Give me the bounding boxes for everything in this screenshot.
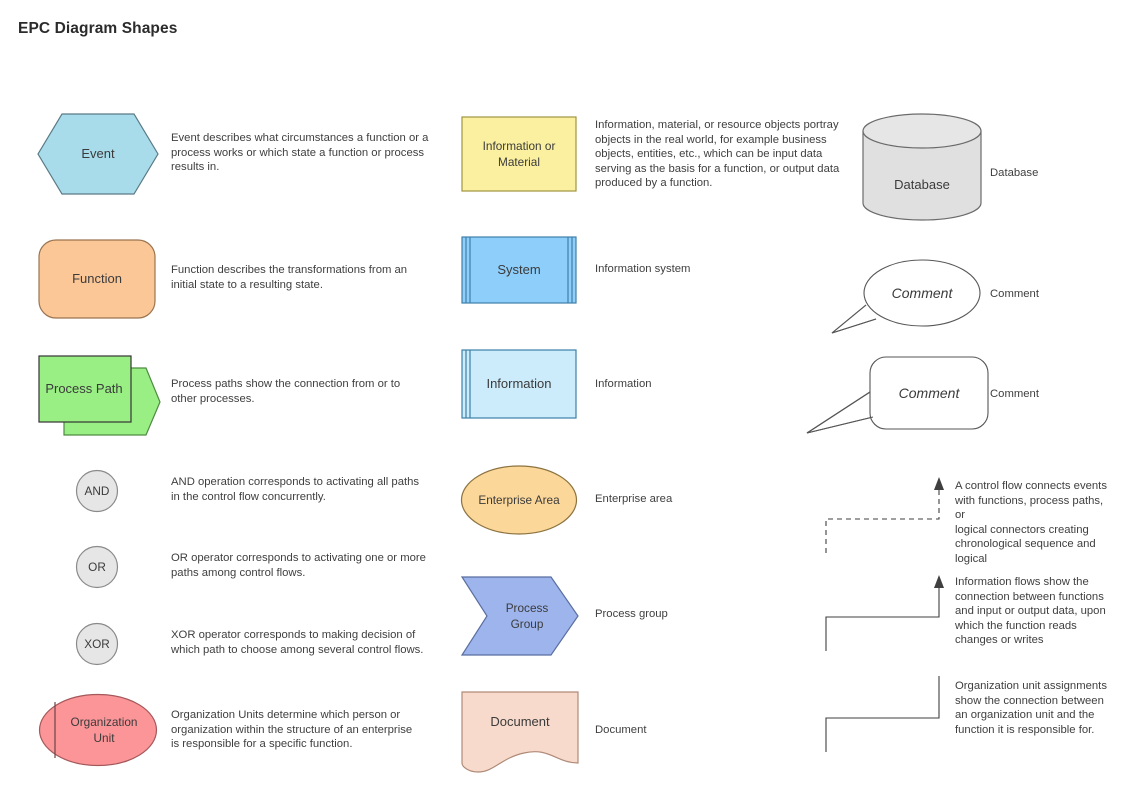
system-description: Information system: [595, 263, 691, 275]
page-title: EPC Diagram Shapes: [18, 20, 178, 37]
process-path-description: Process paths show the connection from o…: [171, 378, 401, 405]
database-shape[interactable]: [862, 113, 982, 221]
comment-oval-description: Comment: [990, 288, 1039, 300]
control-flow-connector[interactable]: [820, 475, 950, 555]
function-description: Function describes the transformations f…: [171, 264, 408, 291]
or-description: OR operator corresponds to activating on…: [171, 552, 426, 579]
enterprise-area-description: Enterprise area: [595, 493, 673, 505]
function-shape[interactable]: [38, 239, 156, 319]
control-flow-description: A control flow connects events with func…: [955, 480, 1107, 565]
document-shape[interactable]: [461, 691, 579, 773]
information-or-material-description: Information, material, or resource objec…: [595, 119, 840, 190]
information-flow-description: Information flows show the connection be…: [955, 576, 1106, 647]
process-group-shape[interactable]: [460, 576, 579, 656]
event-description: Event describes what circumstances a fun…: [171, 132, 429, 174]
comment-oval-shape[interactable]: [830, 255, 982, 335]
organization-assignment-connector[interactable]: [820, 674, 950, 754]
organization-unit-description: Organization Units determine which perso…: [171, 709, 413, 751]
organization-unit-shape[interactable]: [38, 693, 158, 767]
information-or-material-shape[interactable]: [461, 116, 577, 192]
enterprise-area-shape[interactable]: [460, 465, 578, 535]
xor-description: XOR operator corresponds to making decis…: [171, 629, 424, 656]
information-shape[interactable]: [461, 349, 577, 419]
information-flow-connector[interactable]: [820, 573, 950, 653]
document-description: Document: [595, 724, 647, 736]
or-connector-shape[interactable]: [75, 545, 119, 589]
and-description: AND operation corresponds to activating …: [171, 476, 420, 503]
organization-assignment-description: Organization unit assignments show the c…: [955, 680, 1107, 736]
system-shape[interactable]: [461, 236, 577, 304]
event-shape[interactable]: [36, 112, 160, 196]
epc-diagram-canvas: EPC Diagram Shapes Event Event describes…: [0, 0, 1123, 794]
comment-rounded-description: Comment: [990, 388, 1039, 400]
and-connector-shape[interactable]: [75, 469, 119, 513]
process-group-description: Process group: [595, 608, 668, 620]
process-path-shape[interactable]: [38, 355, 162, 437]
comment-rounded-shape[interactable]: [805, 355, 990, 441]
database-description: Database: [990, 167, 1039, 179]
xor-connector-shape[interactable]: [75, 622, 119, 666]
